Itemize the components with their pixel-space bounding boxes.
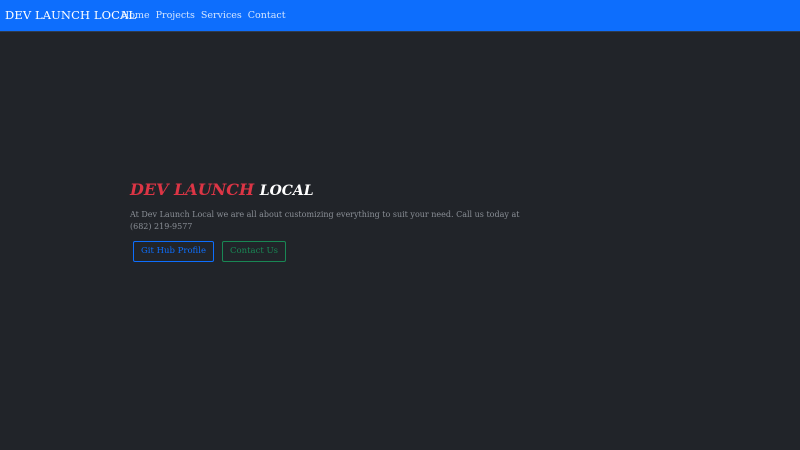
github-profile-button[interactable]: Git Hub Profile (133, 241, 214, 262)
hero-title: DEV LAUNCH LOCAL (130, 180, 550, 201)
contact-us-button[interactable]: Contact Us (221, 241, 286, 262)
hero-section: DEV LAUNCH LOCAL At Dev Launch Local we … (130, 180, 550, 262)
hero-title-accent: DEV LAUNCH (130, 180, 255, 199)
nav-link-contact[interactable]: Contact (248, 10, 286, 21)
nav-link-projects[interactable]: Projects (156, 10, 195, 21)
nav-links: Home Projects Services Contact (121, 10, 286, 21)
top-navbar: DEV LAUNCH LOCAL Home Projects Services … (0, 0, 800, 32)
hero-description: At Dev Launch Local we are all about cus… (130, 210, 520, 231)
nav-link-services[interactable]: Services (201, 10, 242, 21)
nav-link-home[interactable]: Home (121, 10, 150, 21)
hero-button-row: Git Hub Profile Contact Us (130, 241, 550, 262)
brand-logo-link[interactable]: DEV LAUNCH LOCAL (5, 8, 136, 22)
hero-title-rest: LOCAL (259, 183, 314, 199)
